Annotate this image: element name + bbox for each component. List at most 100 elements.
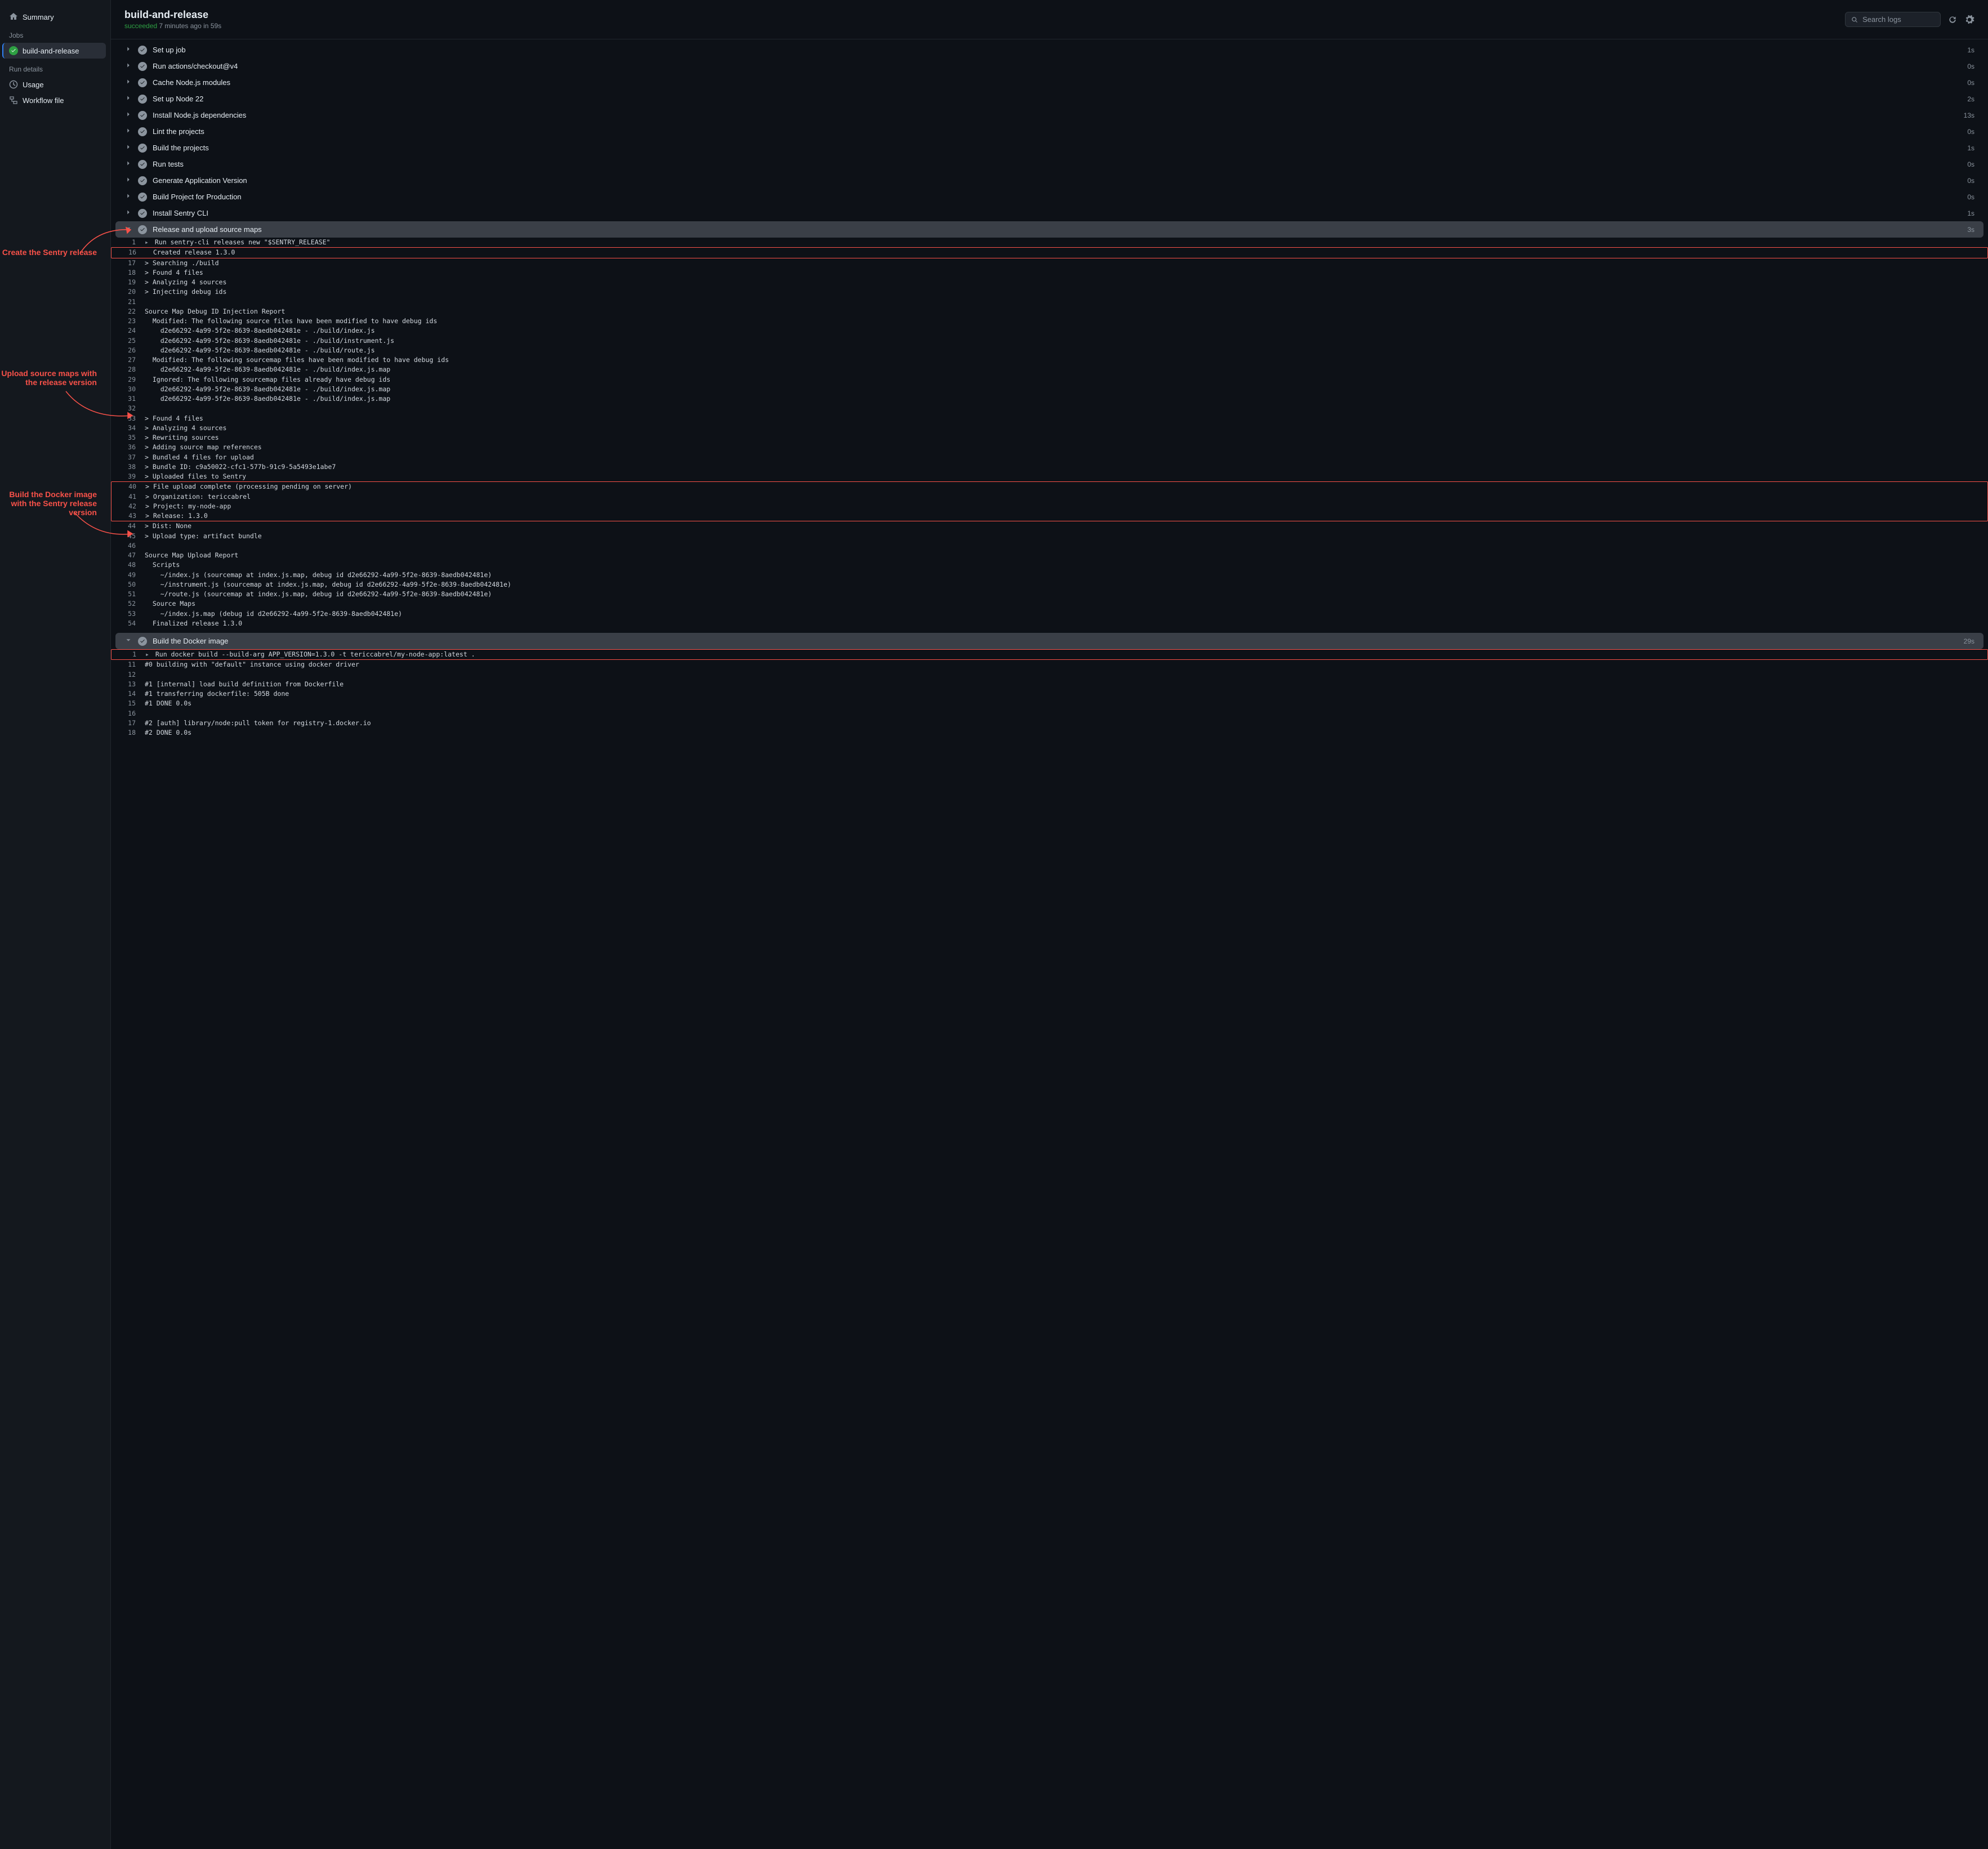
sidebar-usage[interactable]: Usage [0,77,110,92]
log-text: Source Maps [145,599,1974,609]
sidebar-job-build-and-release[interactable]: build-and-release [2,43,106,59]
chevron-right-icon[interactable] [124,78,132,87]
refresh-icon[interactable] [1947,15,1958,25]
step-name[interactable]: Run actions/checkout@v4 [153,62,1962,70]
step-duration: 29s [1964,637,1974,645]
chevron-right-icon[interactable] [124,192,132,202]
step-name[interactable]: Lint the projects [153,127,1962,136]
sidebar-summary-label: Summary [23,13,54,21]
chevron-right-icon[interactable] [124,45,132,55]
log-text: ~/index.js (sourcemap at index.js.map, d… [145,570,1974,580]
step-name[interactable]: Run tests [153,160,1962,168]
log-text: > Found 4 files [145,414,1974,423]
sidebar-usage-label: Usage [23,81,44,89]
sidebar-run-details-label: Run details [0,59,110,77]
chevron-right-icon[interactable] [124,61,132,71]
search-input[interactable] [1862,15,1934,24]
step-row[interactable]: Set up job1s [111,42,1988,58]
check-icon [138,193,147,202]
line-number: 16 [111,709,138,718]
line-number: 38 [111,462,138,472]
line-number: 18 [111,728,138,738]
page-subtitle: succeeded 7 minutes ago in 59s [124,22,1845,30]
line-number: 40 [112,482,139,492]
log-line: 1▸ Run docker build --build-arg APP_VERS… [112,650,1987,659]
line-number: 18 [111,268,138,278]
log-line: 17> Searching ./build [111,258,1988,268]
search-logs[interactable] [1845,12,1941,27]
step-row[interactable]: Build the Docker image 29s [115,633,1983,649]
step-name[interactable]: Build the projects [153,144,1962,152]
sidebar-summary[interactable]: Summary [0,9,110,25]
step-name[interactable]: Release and upload source maps [153,225,1962,234]
log-line: 18> Found 4 files [111,268,1988,278]
log-text: > Bundle ID: c9a50022-cfc1-577b-91c9-5a5… [145,462,1974,472]
log-line: 1▸ Run sentry-cli releases new "$SENTRY_… [111,238,1988,247]
chevron-right-icon[interactable] [124,176,132,185]
chevron-right-icon[interactable] [124,127,132,136]
step-name[interactable]: Generate Application Version [153,176,1962,185]
step-name[interactable]: Install Node.js dependencies [153,111,1958,119]
line-number: 1 [112,650,139,659]
line-number: 24 [111,326,138,336]
log-text [145,404,1974,413]
log-text: > Rewriting sources [145,433,1974,443]
line-number: 47 [111,551,138,560]
step-row[interactable]: Lint the projects0s [111,123,1988,140]
step-name[interactable]: Set up job [153,46,1962,54]
step-row[interactable]: Build Project for Production0s [111,189,1988,205]
step-row[interactable]: Install Node.js dependencies13s [111,107,1988,123]
check-icon [138,176,147,185]
gear-icon[interactable] [1964,15,1974,25]
chevron-right-icon[interactable] [124,208,132,218]
line-number: 25 [111,336,138,346]
line-number: 49 [111,570,138,580]
step-row[interactable]: Generate Application Version0s [111,172,1988,189]
log-text: Modified: The following source files hav… [145,316,1974,326]
log-line: 34> Analyzing 4 sources [111,423,1988,433]
chevron-right-icon[interactable] [124,94,132,104]
step-duration: 1s [1967,209,1974,217]
step-row[interactable]: Build the projects1s [111,140,1988,156]
chevron-down-icon[interactable] [124,636,132,646]
check-icon [138,209,147,218]
line-number: 31 [111,394,138,404]
step-name[interactable]: Set up Node 22 [153,95,1962,103]
step-row[interactable]: Set up Node 222s [111,91,1988,107]
line-number: 39 [111,472,138,481]
sidebar-job-label: build-and-release [23,47,79,55]
chevron-right-icon[interactable] [124,143,132,153]
chevron-right-icon[interactable] [124,110,132,120]
line-number: 43 [112,511,139,521]
log-text: d2e66292-4a99-5f2e-8639-8aedb042481e - .… [145,385,1974,394]
log-line: 25 d2e66292-4a99-5f2e-8639-8aedb042481e … [111,336,1988,346]
step-name[interactable]: Cache Node.js modules [153,78,1962,87]
log-line: 11#0 building with "default" instance us… [111,660,1988,669]
log-line: 43> Release: 1.3.0 [112,511,1987,521]
log-text: > Dist: None [145,521,1974,531]
step-name[interactable]: Build Project for Production [153,193,1962,201]
log-line: 47Source Map Upload Report [111,551,1988,560]
line-number: 27 [111,355,138,365]
log-text: ▸ Run sentry-cli releases new "$SENTRY_R… [145,238,1974,247]
step-row[interactable]: Install Sentry CLI 1s [111,205,1988,221]
step-duration: 0s [1967,79,1974,87]
step-name[interactable]: Install Sentry CLI [153,209,1962,217]
log-text: d2e66292-4a99-5f2e-8639-8aedb042481e - .… [145,394,1974,404]
step-row[interactable]: Cache Node.js modules 0s [111,74,1988,91]
step-row[interactable]: Release and upload source maps3s [115,221,1983,238]
chevron-right-icon[interactable] [124,159,132,169]
highlight-box: 1▸ Run docker build --build-arg APP_VERS… [111,649,1988,660]
step-name[interactable]: Build the Docker image [153,637,1958,645]
page-title: build-and-release [124,9,1845,21]
step-row[interactable]: Run actions/checkout@v40s [111,58,1988,74]
sidebar-workflow-file[interactable]: Workflow file [0,92,110,108]
log-line: 44> Dist: None [111,521,1988,531]
check-icon [138,46,147,55]
line-number: 23 [111,316,138,326]
step-row[interactable]: Run tests0s [111,156,1988,172]
log-line: 16 [111,709,1988,718]
line-number: 17 [111,718,138,728]
chevron-down-icon[interactable] [124,225,132,234]
log-text: #1 DONE 0.0s [145,699,1974,708]
